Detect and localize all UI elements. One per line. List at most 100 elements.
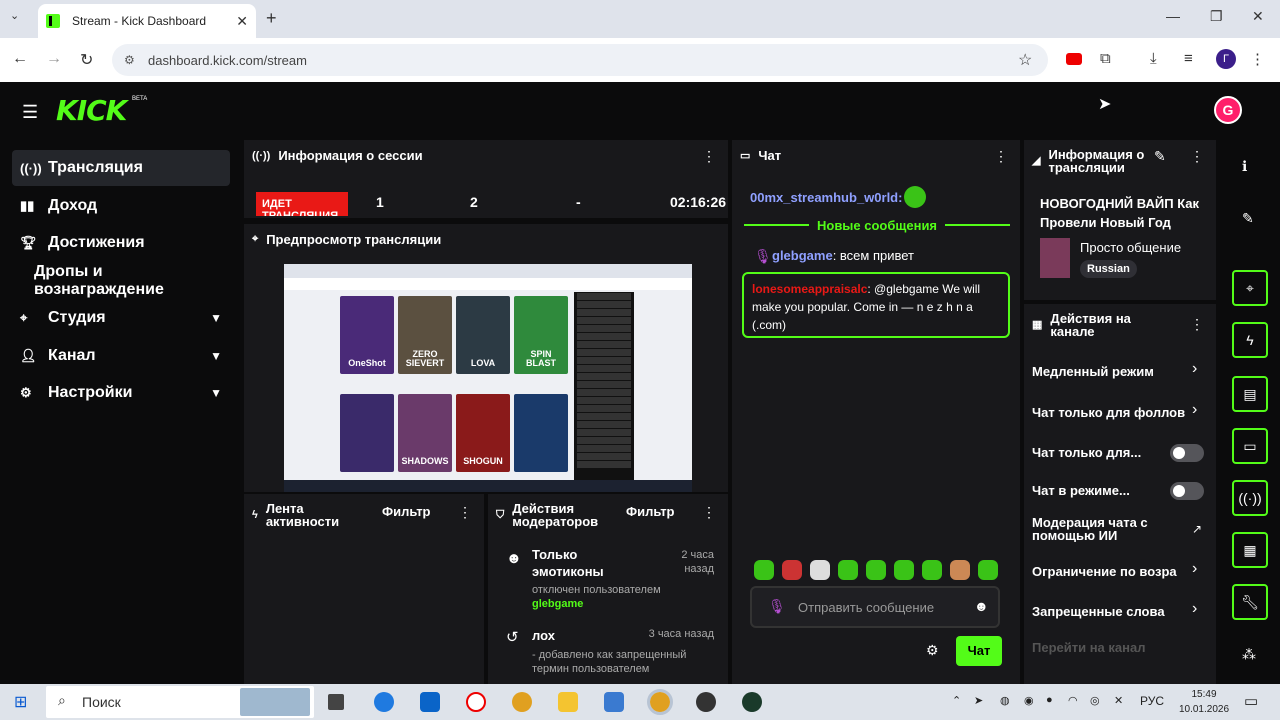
- browser-menu-icon[interactable]: ⋮: [1250, 50, 1265, 68]
- site-info-icon[interactable]: ⚙: [124, 53, 135, 67]
- new-messages-divider[interactable]: Новые сообщения: [744, 218, 1011, 233]
- chat-username[interactable]: glebgame: [772, 248, 833, 263]
- telegram-icon[interactable]: ➤: [974, 694, 983, 707]
- kebab-menu-icon[interactable]: ⋮: [702, 148, 716, 165]
- kebab-menu-icon[interactable]: ⋮: [994, 148, 1008, 165]
- outlook-icon[interactable]: [420, 692, 440, 712]
- sidebar-item-achievements[interactable]: 🏆︎ Достижения: [12, 225, 230, 261]
- app-icon[interactable]: [604, 692, 624, 712]
- edit-icon[interactable]: ✎: [1242, 210, 1254, 227]
- close-tab-icon[interactable]: ✕: [236, 13, 248, 30]
- session-toggle-button[interactable]: ((·)): [1232, 480, 1268, 516]
- language-indicator[interactable]: РУС: [1140, 694, 1164, 708]
- sidebar-item-stream[interactable]: ((·)) Трансляция: [12, 150, 230, 186]
- emote-icon[interactable]: [754, 560, 774, 580]
- chrome-active-icon[interactable]: [647, 689, 673, 715]
- emote-icon[interactable]: [950, 560, 970, 580]
- browser-tab[interactable]: Stream - Kick Dashboard ✕: [38, 4, 256, 38]
- close-window-icon[interactable]: ✕: [1252, 8, 1264, 25]
- tray-app-icon[interactable]: ◍: [1000, 694, 1010, 707]
- chat-username[interactable]: lonesomeappraisalc: [752, 282, 867, 296]
- stream-preview-video[interactable]: OneShot ZERO SIEVERT LOVA SPIN BLAST SHA…: [284, 264, 692, 492]
- windows-start-icon[interactable]: ⊞: [14, 692, 27, 712]
- tray-app-icon[interactable]: ◉: [1024, 694, 1034, 707]
- tray-overflow-icon[interactable]: ⌃: [952, 694, 961, 707]
- chat-username[interactable]: 00mx_streamhub_w0rld:: [750, 190, 902, 205]
- banned-words-item[interactable]: Запрещенные слова: [1032, 604, 1208, 619]
- chat-input[interactable]: 🎙︎ Отправить сообщение ☻: [750, 586, 1000, 628]
- back-icon[interactable]: ←: [12, 50, 28, 68]
- emote-icon[interactable]: [894, 560, 914, 580]
- kebab-menu-icon[interactable]: ⋮: [1190, 316, 1204, 333]
- kebab-menu-icon[interactable]: ⋮: [1190, 148, 1204, 165]
- extensions-icon[interactable]: ⧉: [1100, 50, 1111, 67]
- reload-icon[interactable]: ↻: [80, 50, 93, 70]
- emote-icon[interactable]: [782, 560, 802, 580]
- chrome-icon[interactable]: [512, 692, 532, 712]
- file-explorer-icon[interactable]: [558, 692, 578, 712]
- sidebar-item-studio[interactable]: ⌖ Студия ▼: [12, 300, 230, 336]
- sidebar-item-income[interactable]: ▮▮ Доход: [12, 188, 230, 224]
- emote-icon[interactable]: [978, 560, 998, 580]
- activity-toggle-button[interactable]: ϟ: [1232, 322, 1268, 358]
- sidebar-item-drops[interactable]: Дропы и вознаграждение: [12, 263, 230, 299]
- user-avatar[interactable]: G: [1214, 96, 1242, 124]
- wifi-icon[interactable]: ◠: [1068, 694, 1078, 707]
- edit-icon[interactable]: ✎: [1154, 148, 1166, 165]
- new-tab-button[interactable]: +: [266, 8, 277, 29]
- sidebar-item-channel[interactable]: 👤︎ Канал ▼: [12, 338, 230, 374]
- task-view-icon[interactable]: [328, 694, 344, 710]
- info-icon[interactable]: ℹ: [1242, 158, 1247, 175]
- followers-only-item[interactable]: Чат только для фоллов: [1032, 405, 1192, 420]
- media-icon[interactable]: ≡: [1184, 50, 1193, 67]
- chat-mode-toggle[interactable]: [1170, 482, 1204, 500]
- taskbar-search[interactable]: ⌕ Поиск: [46, 686, 314, 718]
- tray-app-icon[interactable]: ✕: [1114, 694, 1123, 707]
- emote-icon[interactable]: [866, 560, 886, 580]
- tab-search-icon[interactable]: ⌄: [10, 9, 19, 22]
- notification-icon[interactable]: ▭: [1244, 692, 1258, 710]
- send-chat-button[interactable]: Чат: [956, 636, 1002, 666]
- emote-icon[interactable]: [922, 560, 942, 580]
- mouse-cursor-icon: ➤: [1098, 96, 1112, 113]
- chat-toggle-button[interactable]: ▭: [1232, 428, 1268, 464]
- kick-logo[interactable]: KICK: [56, 94, 127, 127]
- tools-toggle-button[interactable]: 🔧︎: [1232, 584, 1268, 620]
- category-name[interactable]: Просто общение: [1080, 240, 1181, 255]
- yandex-icon[interactable]: [466, 692, 486, 712]
- app-icon[interactable]: [742, 692, 762, 712]
- preview-toggle-button[interactable]: ⌖: [1232, 270, 1268, 306]
- restore-icon[interactable]: ❐: [1210, 8, 1223, 25]
- forward-icon[interactable]: →: [46, 50, 62, 68]
- minimize-icon[interactable]: —: [1166, 8, 1180, 24]
- chat-settings-gear-icon[interactable]: ⚙: [926, 642, 939, 659]
- kebab-menu-icon[interactable]: ⋮: [458, 504, 472, 521]
- emote-icon[interactable]: [838, 560, 858, 580]
- edge-icon[interactable]: [374, 692, 394, 712]
- menu-icon[interactable]: ☰: [22, 102, 38, 123]
- obs-icon[interactable]: [696, 692, 716, 712]
- tray-app-icon[interactable]: ●: [1046, 694, 1053, 706]
- slow-mode-item[interactable]: Медленный режим: [1032, 364, 1208, 379]
- sidebar-item-settings[interactable]: ⚙ Настройки ▼: [12, 375, 230, 411]
- go-to-channel-item[interactable]: Перейти на канал: [1032, 640, 1208, 655]
- ai-moderation-item[interactable]: Модерация чата с помощью ИИ: [1032, 516, 1172, 542]
- bookmark-star-icon[interactable]: ☆: [1018, 50, 1032, 70]
- chat-only-toggle[interactable]: [1170, 444, 1204, 462]
- url-field[interactable]: ⚙ dashboard.kick.com/stream: [112, 44, 1048, 76]
- emoji-picker-icon[interactable]: ☻: [974, 598, 989, 614]
- emote-icon[interactable]: [810, 560, 830, 580]
- profile-avatar[interactable]: Г: [1216, 49, 1236, 69]
- clock[interactable]: 15:49 10.01.2026: [1176, 687, 1232, 717]
- layout-icon[interactable]: ⁂: [1242, 646, 1256, 663]
- channel-actions-toggle-button[interactable]: ▦: [1232, 532, 1268, 568]
- age-restriction-item[interactable]: Ограничение по возра: [1032, 564, 1182, 579]
- youtube-extension-icon[interactable]: [1066, 53, 1082, 65]
- kebab-menu-icon[interactable]: ⋮: [702, 504, 716, 521]
- filter-button[interactable]: Фильтр: [382, 504, 431, 519]
- mod-action-user[interactable]: glebgame: [532, 598, 583, 610]
- download-icon[interactable]: ⤓: [1150, 50, 1157, 67]
- filter-button[interactable]: Фильтр: [626, 504, 675, 519]
- notes-toggle-button[interactable]: ▤: [1232, 376, 1268, 412]
- tray-app-icon[interactable]: ◎: [1090, 694, 1100, 707]
